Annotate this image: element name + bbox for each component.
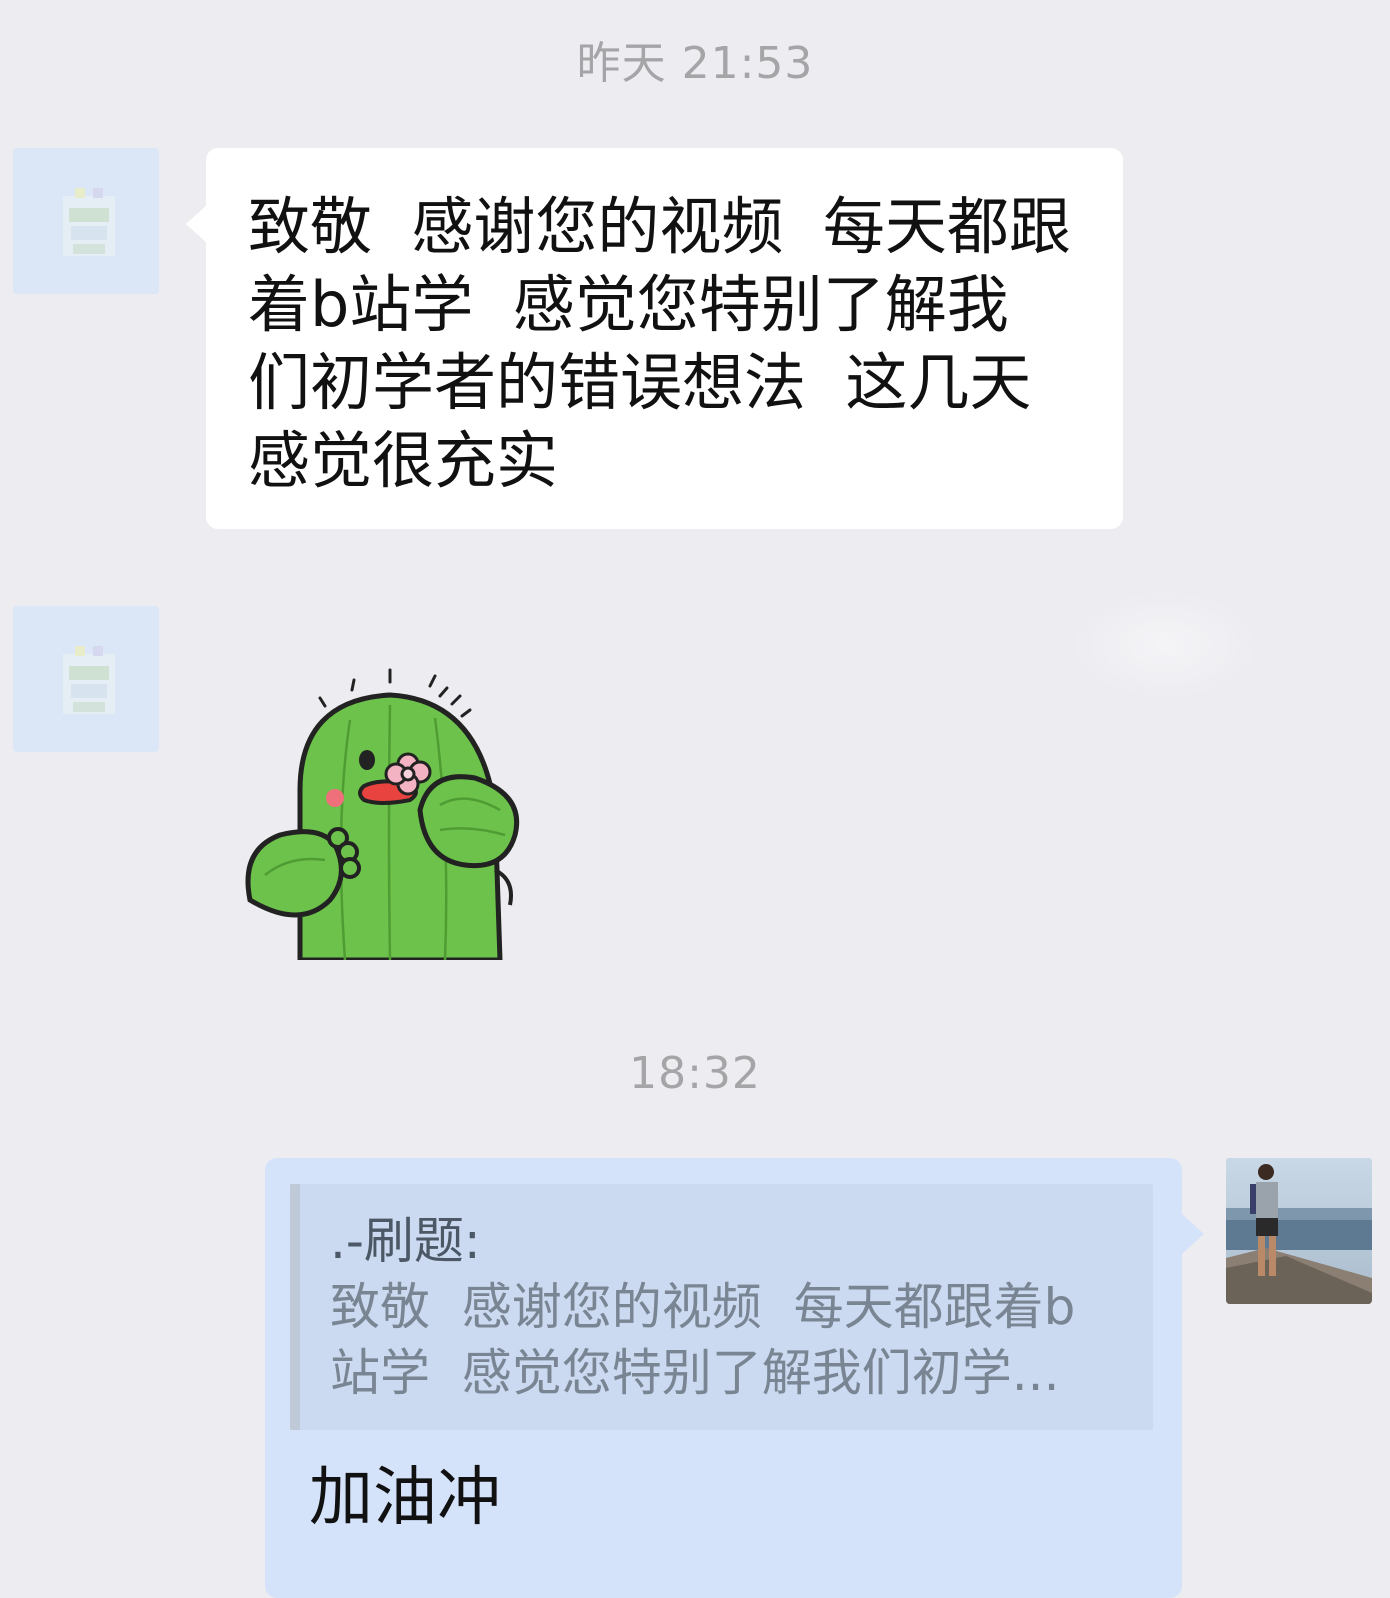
quoted-message[interactable]: .-刷题: 致敬 感谢您的视频 每天都跟着b 站学 感觉您特别了解我们初学...	[290, 1184, 1153, 1430]
avatar-icon	[13, 606, 159, 752]
user-photo-icon	[1226, 1158, 1372, 1304]
timestamp: 昨天 21:53	[576, 38, 814, 89]
contact-avatar[interactable]	[13, 148, 159, 294]
cactus-icon	[245, 668, 520, 963]
avatar-icon	[13, 148, 159, 294]
contact-avatar[interactable]	[13, 606, 159, 752]
cactus-sticker[interactable]	[240, 660, 550, 963]
reply-message-text: 加油冲	[309, 1461, 501, 1535]
user-avatar[interactable]	[1226, 1158, 1372, 1304]
incoming-message-text: 致敬 感谢您的视频 每天都跟 着b站学 感觉您特别了解我 们初学者的错误想法 这…	[248, 190, 1071, 497]
outgoing-message-bubble[interactable]: .-刷题: 致敬 感谢您的视频 每天都跟着b 站学 感觉您特别了解我们初学...…	[265, 1158, 1204, 1598]
quote-text: 致敬 感谢您的视频 每天都跟着b 站学 感觉您特别了解我们初学...	[330, 1278, 1076, 1402]
incoming-message-bubble[interactable]: 致敬 感谢您的视频 每天都跟 着b站学 感觉您特别了解我 们初学者的错误想法 这…	[186, 148, 1123, 529]
background-blur	[1070, 590, 1260, 700]
timestamp: 18:32	[629, 1048, 761, 1099]
quote-author: .-刷题:	[330, 1212, 481, 1270]
